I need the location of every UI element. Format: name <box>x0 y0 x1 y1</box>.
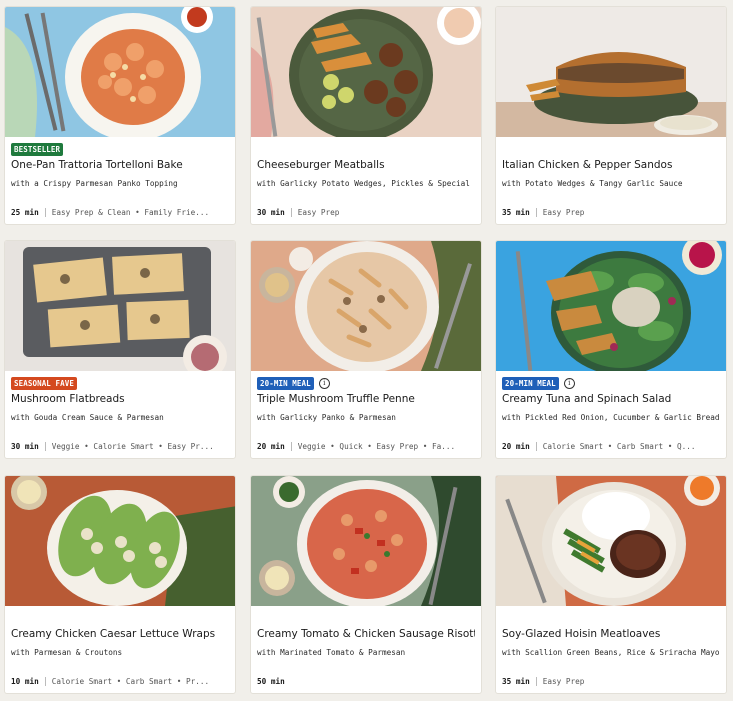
recipe-title[interactable]: Triple Mushroom Truffle Penne <box>257 393 475 406</box>
recipe-card[interactable]: Creamy Chicken Caesar Lettuce Wraps with… <box>4 475 236 694</box>
recipe-title[interactable]: One-Pan Trattoria Tortelloni Bake <box>11 159 229 172</box>
prep-time: 35 min <box>502 677 530 686</box>
recipe-meta: 20 min Calorie Smart • Carb Smart • Q... <box>502 442 720 451</box>
recipe-subtitle: with Garlicky Potato Wedges, Pickles & S… <box>257 179 475 188</box>
divider <box>44 208 46 217</box>
recipe-tags: Easy Prep <box>297 208 340 217</box>
recipe-title[interactable]: Cheeseburger Meatballs <box>257 159 475 172</box>
recipe-image[interactable] <box>496 476 726 606</box>
prep-time: 30 min <box>11 442 39 451</box>
recipe-card[interactable]: Cheeseburger Meatballs with Garlicky Pot… <box>250 6 482 225</box>
prep-time: 50 min <box>257 677 285 686</box>
quick-meal-badge: 20-MIN MEAL <box>502 377 559 390</box>
recipe-subtitle: with Potato Wedges & Tangy Garlic Sauce <box>502 179 683 188</box>
recipe-title[interactable]: Mushroom Flatbreads <box>11 393 229 406</box>
prep-time: 35 min <box>502 208 530 217</box>
recipe-meta: 20 min Veggie • Quick • Easy Prep • Fa..… <box>257 442 475 451</box>
recipe-subtitle: with Garlicky Panko & Parmesan <box>257 413 396 422</box>
recipe-subtitle: with Pickled Red Onion, Cucumber & Garli… <box>502 413 720 422</box>
recipe-tags: Calorie Smart • Carb Smart • Pr... <box>51 677 210 686</box>
prep-time: 30 min <box>257 208 285 217</box>
info-icon[interactable]: i <box>563 378 575 389</box>
recipe-title[interactable]: Soy-Glazed Hoisin Meatloaves <box>502 628 720 641</box>
recipe-meta: 50 min <box>257 677 475 686</box>
recipe-subtitle: with Marinated Tomato & Parmesan <box>257 648 406 657</box>
recipe-image[interactable] <box>251 7 481 137</box>
divider <box>535 442 537 451</box>
divider <box>290 442 292 451</box>
recipe-meta: 30 min Easy Prep <box>257 208 475 217</box>
recipe-card[interactable]: 20-MIN MEAL i Creamy Tuna and Spinach Sa… <box>495 240 727 459</box>
prep-time: 25 min <box>11 208 39 217</box>
prep-time: 10 min <box>11 677 39 686</box>
info-icon[interactable]: i <box>318 378 330 389</box>
recipe-subtitle: with Gouda Cream Sauce & Parmesan <box>11 413 164 422</box>
recipe-tags: Easy Prep <box>542 208 585 217</box>
recipe-card[interactable]: 20-MIN MEAL i Triple Mushroom Truffle Pe… <box>250 240 482 459</box>
recipe-subtitle: with Parmesan & Croutons <box>11 648 123 657</box>
recipe-meta: 35 min Easy Prep <box>502 208 720 217</box>
bestseller-badge: BESTSELLER <box>11 143 64 156</box>
recipe-title[interactable]: Creamy Chicken Caesar Lettuce Wraps <box>11 628 229 641</box>
divider <box>535 208 537 217</box>
recipe-image[interactable] <box>496 7 726 137</box>
recipe-card[interactable]: Italian Chicken & Pepper Sandos with Pot… <box>495 6 727 225</box>
recipe-card[interactable]: BESTSELLER One-Pan Trattoria Tortelloni … <box>4 6 236 225</box>
recipe-subtitle: with Scallion Green Beans, Rice & Srirac… <box>502 648 720 657</box>
recipe-card[interactable]: SEASONAL FAVE Mushroom Flatbreads with G… <box>4 240 236 459</box>
recipe-image[interactable] <box>251 476 481 606</box>
divider <box>44 442 46 451</box>
recipe-title[interactable]: Creamy Tomato & Chicken Sausage Risotto <box>257 628 475 641</box>
recipe-image[interactable] <box>5 241 235 371</box>
recipe-meta: 35 min Easy Prep <box>502 677 720 686</box>
prep-time: 20 min <box>257 442 285 451</box>
recipe-card[interactable]: Creamy Tomato & Chicken Sausage Risotto … <box>250 475 482 694</box>
recipe-title[interactable]: Creamy Tuna and Spinach Salad <box>502 393 720 406</box>
quick-meal-badge: 20-MIN MEAL <box>257 377 314 390</box>
recipe-image[interactable] <box>251 241 481 371</box>
recipe-image[interactable] <box>496 241 726 371</box>
recipe-image[interactable] <box>5 7 235 137</box>
recipe-tags: Veggie • Calorie Smart • Easy Pr... <box>51 442 214 451</box>
divider <box>44 677 46 686</box>
prep-time: 20 min <box>502 442 530 451</box>
recipe-title[interactable]: Italian Chicken & Pepper Sandos <box>502 159 720 172</box>
recipe-subtitle: with a Crispy Parmesan Panko Topping <box>11 179 178 188</box>
recipe-meta: 25 min Easy Prep & Clean • Family Frie..… <box>11 208 229 217</box>
seasonal-badge: SEASONAL FAVE <box>11 377 77 390</box>
recipe-tags: Easy Prep <box>542 677 585 686</box>
recipe-meta: 30 min Veggie • Calorie Smart • Easy Pr.… <box>11 442 229 451</box>
recipe-image[interactable] <box>5 476 235 606</box>
divider <box>290 208 292 217</box>
recipe-tags: Veggie • Quick • Easy Prep • Fa... <box>297 442 456 451</box>
divider <box>535 677 537 686</box>
recipe-tags: Calorie Smart • Carb Smart • Q... <box>542 442 696 451</box>
recipe-meta: 10 min Calorie Smart • Carb Smart • Pr..… <box>11 677 229 686</box>
recipe-card[interactable]: Soy-Glazed Hoisin Meatloaves with Scalli… <box>495 475 727 694</box>
recipe-tags: Easy Prep & Clean • Family Frie... <box>51 208 210 217</box>
